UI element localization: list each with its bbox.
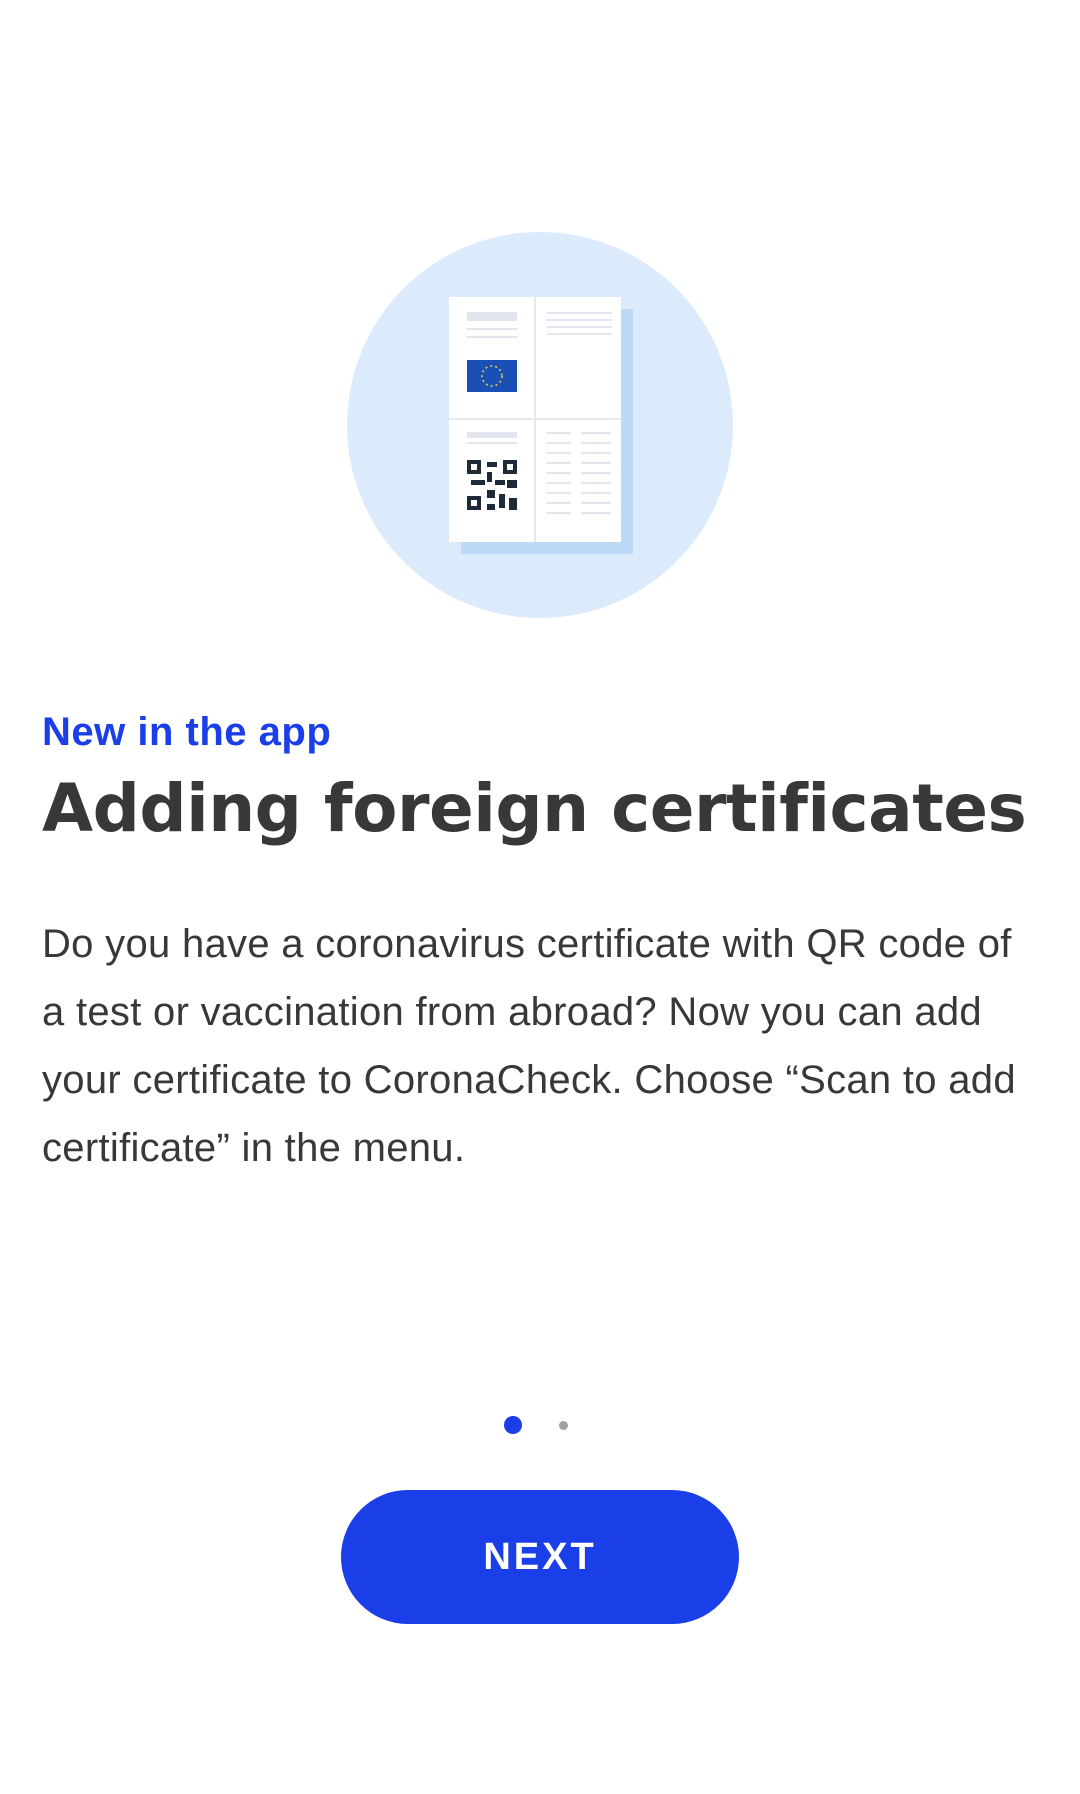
certificate-document-icon <box>347 232 733 618</box>
page-title: Adding foreign certificates <box>42 770 1027 847</box>
eu-flag-icon <box>467 360 517 392</box>
page-indicator-dot-active <box>504 1416 522 1434</box>
new-feature-label: New in the app <box>42 710 332 754</box>
description-text: Do you have a coronavirus certificate wi… <box>42 922 1016 1170</box>
next-button[interactable]: NEXT <box>341 1490 739 1624</box>
page-indicator <box>0 1410 1080 1440</box>
certificate-illustration <box>347 232 733 618</box>
page-indicator-dot-inactive[interactable] <box>559 1421 568 1430</box>
